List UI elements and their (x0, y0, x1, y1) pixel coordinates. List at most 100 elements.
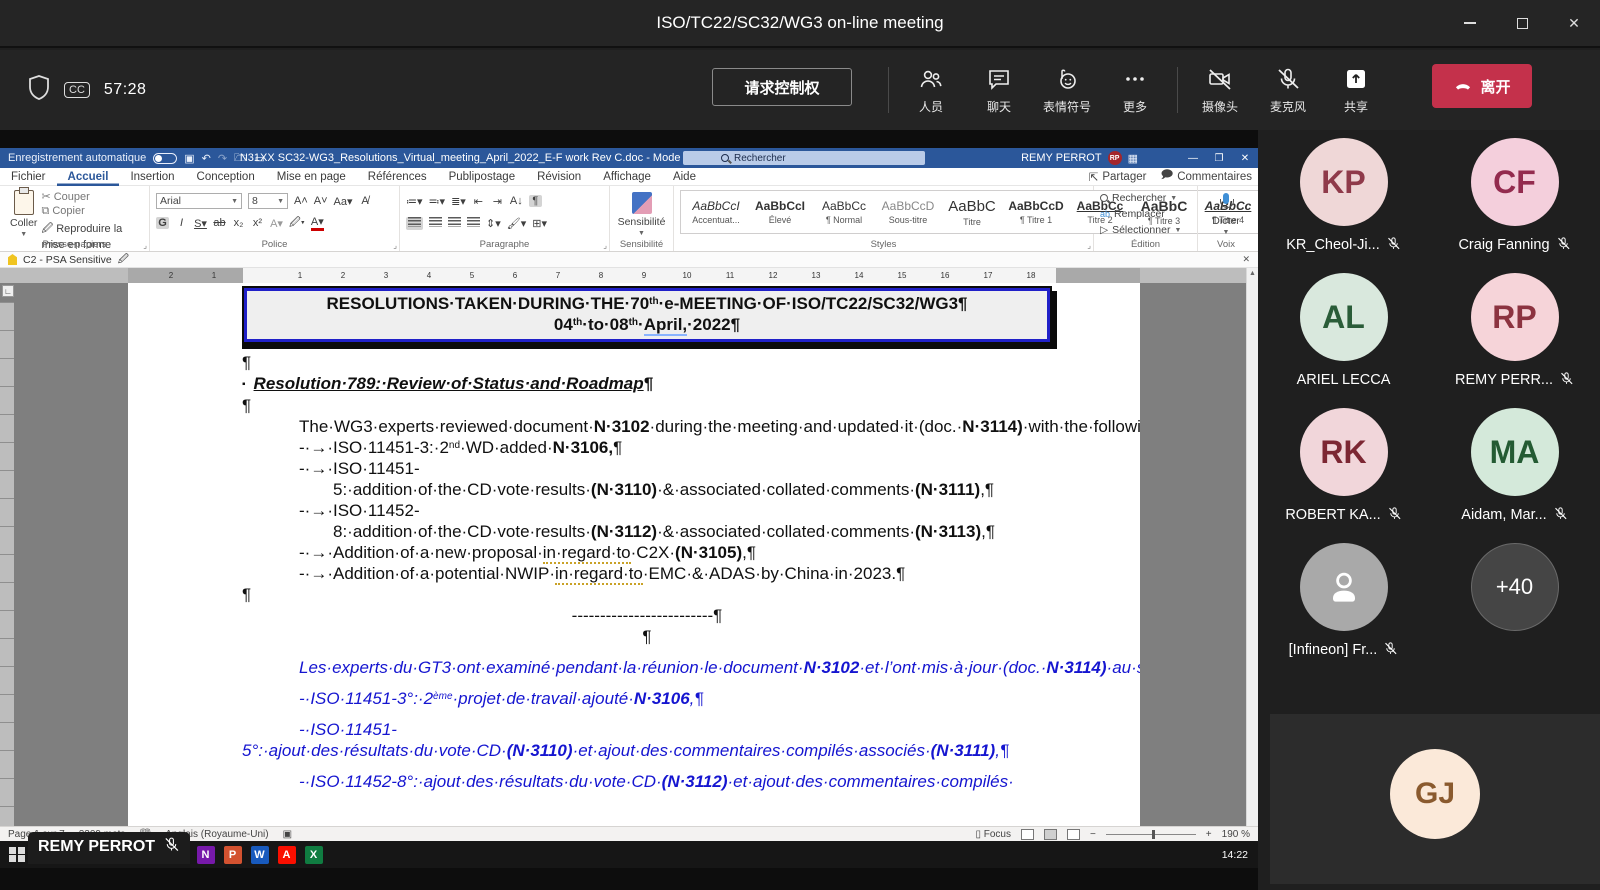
style--normal[interactable]: AaBbCc¶ Normal (813, 193, 875, 231)
leave-button[interactable]: 离开 (1432, 64, 1532, 108)
document-scrollbar[interactable]: ▲ (1246, 268, 1258, 826)
participant-tile[interactable]: RKROBERT KA... (1258, 408, 1429, 525)
multilevel-list-button[interactable]: ≣▾ (451, 195, 466, 208)
document-paragraph[interactable]: -·→·ISO·11452-8:·addition·of·the·CD·vote… (299, 500, 1052, 542)
dictate-button[interactable]: Dicter▼ (1204, 190, 1248, 238)
numbering-button[interactable]: ≕▾ (429, 195, 446, 208)
participant-tile[interactable]: RPREMY PERR... (1429, 273, 1600, 390)
find-button[interactable]: Rechercher▼ (1100, 191, 1191, 206)
italic-button[interactable]: I (175, 217, 188, 229)
paragraph-launcher[interactable]: ⌟ (603, 241, 607, 250)
shading-button[interactable]: 🖌▾ (507, 217, 527, 230)
document-paragraph[interactable]: Les·experts·du·GT3·ont·examiné·pendant·l… (242, 657, 1052, 678)
decrease-indent-button[interactable]: ⇤ (472, 195, 485, 208)
document-paragraph[interactable]: -·→·ISO·11451-5:·addition·of·the·CD·vote… (299, 458, 1052, 500)
banner-close-icon[interactable]: ✕ (1242, 254, 1250, 265)
align-left-button[interactable] (406, 217, 423, 230)
styles-launcher[interactable]: ⌟ (1087, 241, 1091, 250)
document-paragraph[interactable]: -------------------------¶ (242, 605, 1052, 626)
mic-control-off[interactable]: 麦克风 (1254, 66, 1322, 115)
tab-conception[interactable]: Conception (186, 168, 266, 186)
bullets-button[interactable]: ≔▾ (406, 195, 423, 208)
change-case-button[interactable]: Aa▾ (334, 195, 353, 208)
font-name-select[interactable]: Arial▼ (156, 193, 242, 209)
participant-tile[interactable]: [Infineon] Fr... (1258, 543, 1429, 660)
overflow-participants-tile[interactable]: +40 (1429, 543, 1600, 660)
bold-button[interactable]: G (156, 217, 169, 229)
document-paragraph[interactable]: -·ISO·11452-8°:·ajout·des·résultats·du·v… (242, 771, 1052, 792)
align-right-button[interactable] (448, 217, 461, 230)
minimize-button[interactable] (1444, 0, 1496, 46)
zoom-in-button[interactable]: + (1206, 829, 1212, 840)
copy-button[interactable]: ⧉ Copier (41, 205, 143, 218)
replace-button[interactable]: abRemplacer (1100, 207, 1191, 222)
document-paragraph[interactable]: -·→·ISO·11451-3:·2nd·WD·added·N·3106,¶ (299, 437, 1052, 458)
document-page[interactable]: RESOLUTIONS·TAKEN·DURING·THE·70th·e-MEET… (128, 283, 1140, 826)
select-button[interactable]: ▷Sélectionner▼ (1100, 223, 1191, 238)
start-button[interactable] (9, 847, 25, 863)
redo-icon[interactable]: ↷ (218, 152, 227, 165)
word-user-avatar[interactable]: RP (1108, 151, 1122, 165)
reactions-control[interactable]: 表情符号 (1033, 66, 1101, 115)
tab-références[interactable]: Références (357, 168, 438, 186)
paste-button[interactable]: Coller▼ (6, 190, 41, 238)
clipboard-launcher[interactable]: ⌟ (143, 241, 147, 250)
zoom-slider[interactable] (1106, 834, 1196, 835)
sensitivity-button[interactable]: Sensibilité▼ (616, 190, 667, 238)
document-paragraph[interactable]: The·WG3·experts·reviewed·document·N·3102… (242, 416, 1052, 437)
font-size-select[interactable]: 8▼ (248, 193, 288, 209)
more-control[interactable]: 更多 (1101, 66, 1169, 115)
participant-tile[interactable]: MAAidam, Mar... (1429, 408, 1600, 525)
tab-insertion[interactable]: Insertion (119, 168, 185, 186)
share-control[interactable]: 共享 (1322, 66, 1390, 115)
increase-indent-button[interactable]: ⇥ (491, 195, 504, 208)
edit-sensitivity-icon[interactable]: 🖉 (118, 251, 129, 269)
print-layout-button[interactable] (1044, 829, 1057, 840)
strikethrough-button[interactable]: ab (213, 217, 226, 229)
word-restore-button[interactable]: ❐ (1206, 148, 1232, 168)
tab-aide[interactable]: Aide (662, 168, 707, 186)
style-accentuat-[interactable]: AaBbCcIAccentuat... (685, 193, 747, 231)
document-paragraph[interactable]: ¶ (242, 395, 1052, 416)
word-minimize-button[interactable]: — (1180, 148, 1206, 168)
zoom-level[interactable]: 190 % (1222, 829, 1250, 840)
vertical-ruler[interactable] (0, 302, 14, 826)
horizontal-ruler[interactable]: 21123456789101112131415161718 (0, 268, 1246, 283)
superscript-button[interactable]: x² (251, 217, 264, 229)
focus-button[interactable]: ▯ Focus (975, 829, 1011, 840)
tab-affichage[interactable]: Affichage (592, 168, 662, 186)
clear-format-button[interactable]: A̸ (359, 195, 372, 207)
tab-publipostage[interactable]: Publipostage (438, 168, 527, 186)
highlight-button[interactable]: 🖉▾ (289, 214, 305, 233)
sort-button[interactable]: A↓ (510, 195, 523, 207)
save-icon[interactable]: ▣ (184, 152, 194, 165)
show-marks-button[interactable]: ¶ (529, 195, 542, 207)
grow-font-button[interactable]: A˄ (294, 195, 308, 207)
excel-icon[interactable]: X (305, 846, 323, 864)
maximize-button[interactable] (1496, 0, 1548, 46)
people-control[interactable]: 人员 (897, 66, 965, 115)
read-mode-button[interactable] (1021, 829, 1034, 840)
camera-control-off[interactable]: 摄像头 (1186, 66, 1254, 115)
text-effects-button[interactable]: A▾ (270, 217, 283, 230)
font-launcher[interactable]: ⌟ (393, 241, 397, 250)
style-sous-titre[interactable]: AaBbCcDSous-titre (877, 193, 939, 231)
participant-tile[interactable]: ALARIEL LECCA (1258, 273, 1429, 390)
document-paragraph[interactable]: -·→·Addition·of·a·new·proposal·in·regard… (299, 542, 1052, 563)
font-color-button[interactable]: A▾ (311, 215, 324, 231)
document-paragraph[interactable]: ¶ (242, 352, 1052, 373)
tab-accueil[interactable]: Accueil (57, 168, 120, 186)
web-layout-button[interactable] (1067, 829, 1080, 840)
style-titre[interactable]: AaBbCTitre (941, 193, 1003, 231)
onenote-icon[interactable]: N (197, 846, 215, 864)
document-paragraph[interactable]: -·→·Addition·of·a·potential·NWIP·in·rega… (299, 563, 1052, 584)
tab-selector[interactable]: ∟ (2, 285, 14, 297)
powerpoint-icon[interactable]: P (224, 846, 242, 864)
macro-record-icon[interactable]: ▣ (283, 829, 292, 840)
line-spacing-button[interactable]: ⇕▾ (486, 217, 501, 230)
subscript-button[interactable]: x₂ (232, 217, 245, 229)
undo-icon[interactable]: ↶ (202, 152, 211, 165)
tab-fichier[interactable]: Fichier (0, 168, 57, 186)
participant-tile[interactable]: CFCraig Fanning (1429, 138, 1600, 255)
word-close-button[interactable]: ✕ (1232, 148, 1258, 168)
